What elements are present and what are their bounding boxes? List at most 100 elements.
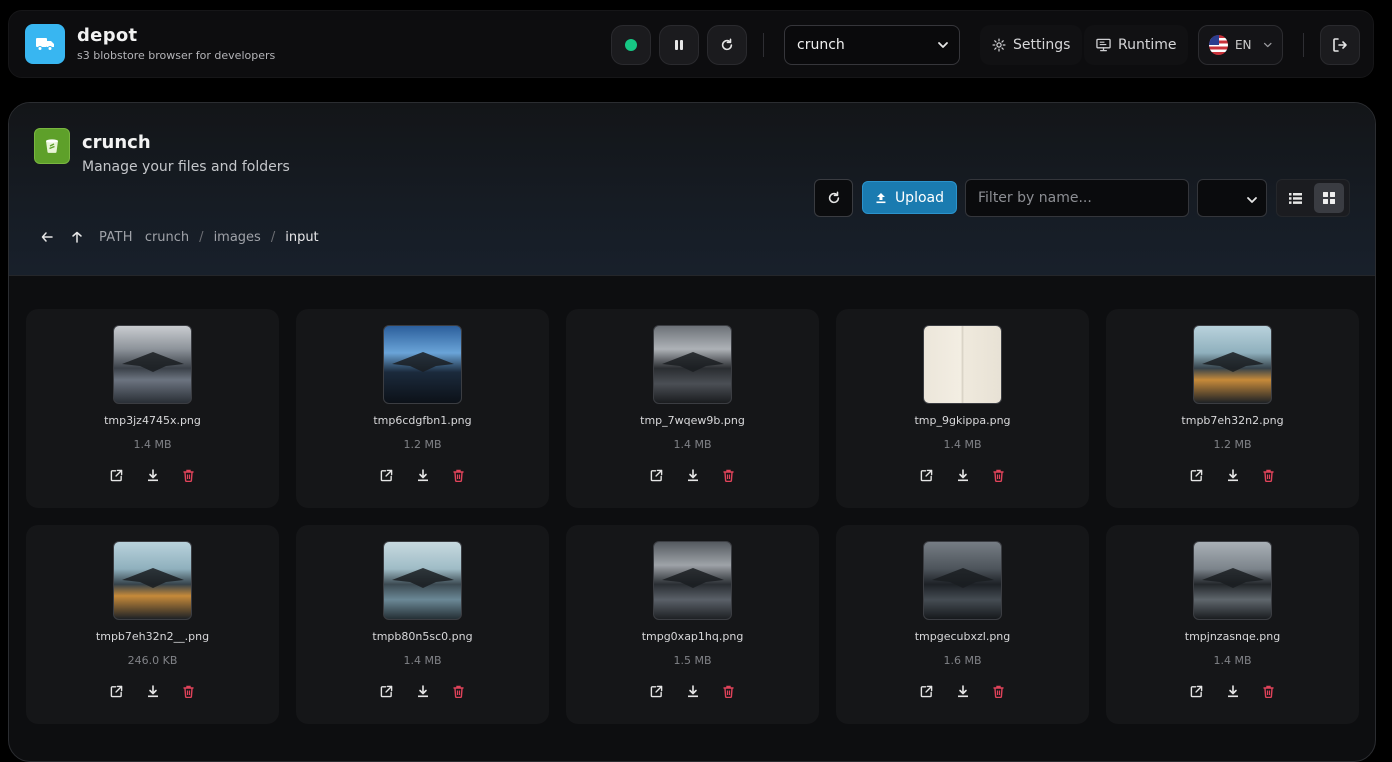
file-card[interactable]: tmpjnzasnqe.png 1.4 MB — [1106, 525, 1359, 724]
runtime-button[interactable]: Runtime — [1084, 25, 1189, 65]
open-external-icon[interactable] — [109, 683, 125, 699]
trash-icon[interactable] — [1261, 467, 1277, 483]
open-external-icon[interactable] — [379, 683, 395, 699]
pause-button[interactable] — [659, 25, 699, 65]
refresh-button[interactable] — [814, 179, 853, 217]
back-arrow-icon[interactable] — [39, 229, 55, 245]
file-card[interactable]: tmp6cdgfbn1.png 1.2 MB — [296, 309, 549, 508]
reload-button[interactable] — [707, 25, 747, 65]
bucket-select-value: crunch — [797, 37, 845, 53]
open-external-icon[interactable] — [1189, 683, 1205, 699]
status-button[interactable] — [611, 25, 651, 65]
open-external-icon[interactable] — [379, 467, 395, 483]
filter-input[interactable] — [965, 179, 1189, 217]
file-size: 1.2 MB — [1213, 438, 1252, 451]
file-card[interactable]: tmp3jz4745x.png 1.4 MB — [26, 309, 279, 508]
download-icon[interactable] — [145, 683, 161, 699]
file-card[interactable]: tmpb7eh32n2__.png 246.0 KB — [26, 525, 279, 724]
download-icon[interactable] — [415, 683, 431, 699]
file-browser-panel: crunch Manage your files and folders Upl… — [8, 102, 1376, 762]
language-label: EN — [1234, 38, 1252, 52]
file-name: tmp_9gkippa.png — [914, 414, 1011, 427]
logout-icon — [1333, 38, 1347, 52]
open-external-icon[interactable] — [109, 467, 125, 483]
download-icon[interactable] — [1225, 467, 1241, 483]
file-card[interactable]: tmpgecubxzl.png 1.6 MB — [836, 525, 1089, 724]
file-size: 1.4 MB — [943, 438, 982, 451]
download-icon[interactable] — [955, 467, 971, 483]
trash-icon[interactable] — [1261, 683, 1277, 699]
page-title: crunch — [82, 132, 151, 153]
monitor-icon — [1096, 38, 1111, 52]
file-thumbnail[interactable] — [653, 325, 732, 404]
truck-icon[interactable] — [25, 24, 65, 64]
up-arrow-icon[interactable] — [69, 229, 85, 245]
trash-icon[interactable] — [451, 467, 467, 483]
gear-icon — [992, 38, 1006, 52]
open-external-icon[interactable] — [649, 683, 665, 699]
file-thumbnail[interactable] — [923, 325, 1002, 404]
grid-view-button[interactable] — [1314, 183, 1344, 213]
sort-select[interactable] — [1197, 179, 1267, 217]
settings-button[interactable]: Settings — [980, 25, 1083, 65]
page-subtitle: Manage your files and folders — [82, 159, 290, 175]
file-card[interactable]: tmp_7wqew9b.png 1.4 MB — [566, 309, 819, 508]
trash-icon[interactable] — [991, 683, 1007, 699]
open-external-icon[interactable] — [919, 467, 935, 483]
file-size: 1.4 MB — [133, 438, 172, 451]
download-icon[interactable] — [145, 467, 161, 483]
trash-icon[interactable] — [451, 683, 467, 699]
file-name: tmpb80n5sc0.png — [372, 630, 473, 643]
file-thumbnail[interactable] — [383, 541, 462, 620]
breadcrumb-segment[interactable]: images — [214, 230, 261, 245]
file-thumbnail[interactable] — [383, 325, 462, 404]
file-card[interactable]: tmp_9gkippa.png 1.4 MB — [836, 309, 1089, 508]
refresh-icon — [828, 191, 839, 204]
open-external-icon[interactable] — [919, 683, 935, 699]
trash-icon[interactable] — [181, 467, 197, 483]
download-icon[interactable] — [415, 467, 431, 483]
list-view-button[interactable] — [1280, 183, 1310, 213]
file-card[interactable]: tmpb80n5sc0.png 1.4 MB — [296, 525, 549, 724]
file-thumbnail[interactable] — [113, 325, 192, 404]
file-thumbnail[interactable] — [1193, 325, 1272, 404]
trash-icon[interactable] — [721, 467, 737, 483]
app-subtitle: s3 blobstore browser for developers — [77, 49, 276, 62]
download-icon[interactable] — [685, 467, 701, 483]
file-actions — [1106, 467, 1359, 483]
file-card[interactable]: tmpb7eh32n2.png 1.2 MB — [1106, 309, 1359, 508]
breadcrumb: PATH crunch / images / input — [39, 229, 319, 245]
file-thumbnail[interactable] — [1193, 541, 1272, 620]
breadcrumb-segment[interactable]: crunch — [145, 230, 189, 245]
bucket-select[interactable]: crunch — [784, 25, 960, 65]
download-icon[interactable] — [1225, 683, 1241, 699]
trash-icon[interactable] — [991, 467, 1007, 483]
chevron-down-icon — [1263, 42, 1272, 48]
open-external-icon[interactable] — [649, 467, 665, 483]
upload-label: Upload — [894, 189, 944, 206]
download-icon[interactable] — [685, 683, 701, 699]
grid-icon — [1323, 192, 1335, 204]
download-icon[interactable] — [955, 683, 971, 699]
open-external-icon[interactable] — [1189, 467, 1205, 483]
refresh-icon — [721, 38, 733, 51]
breadcrumb-separator: / — [199, 229, 204, 245]
brand: depot s3 blobstore browser for developer… — [77, 25, 275, 62]
file-name: tmpjnzasnqe.png — [1184, 630, 1281, 643]
language-select[interactable]: EN — [1198, 25, 1283, 65]
file-name: tmpg0xap1hq.png — [641, 630, 744, 643]
breadcrumb-label: PATH — [99, 229, 133, 245]
trash-icon[interactable] — [181, 683, 197, 699]
file-thumbnail[interactable] — [923, 541, 1002, 620]
runtime-label: Runtime — [1118, 37, 1177, 53]
logout-button[interactable] — [1320, 25, 1360, 65]
file-card[interactable]: tmpg0xap1hq.png 1.5 MB — [566, 525, 819, 724]
trash-icon[interactable] — [721, 683, 737, 699]
file-name: tmpgecubxzl.png — [914, 630, 1011, 643]
upload-icon — [876, 192, 886, 203]
file-thumbnail[interactable] — [113, 541, 192, 620]
breadcrumb-separator: / — [270, 229, 276, 245]
file-size: 1.5 MB — [673, 654, 712, 667]
file-thumbnail[interactable] — [653, 541, 732, 620]
upload-button[interactable]: Upload — [862, 181, 957, 214]
